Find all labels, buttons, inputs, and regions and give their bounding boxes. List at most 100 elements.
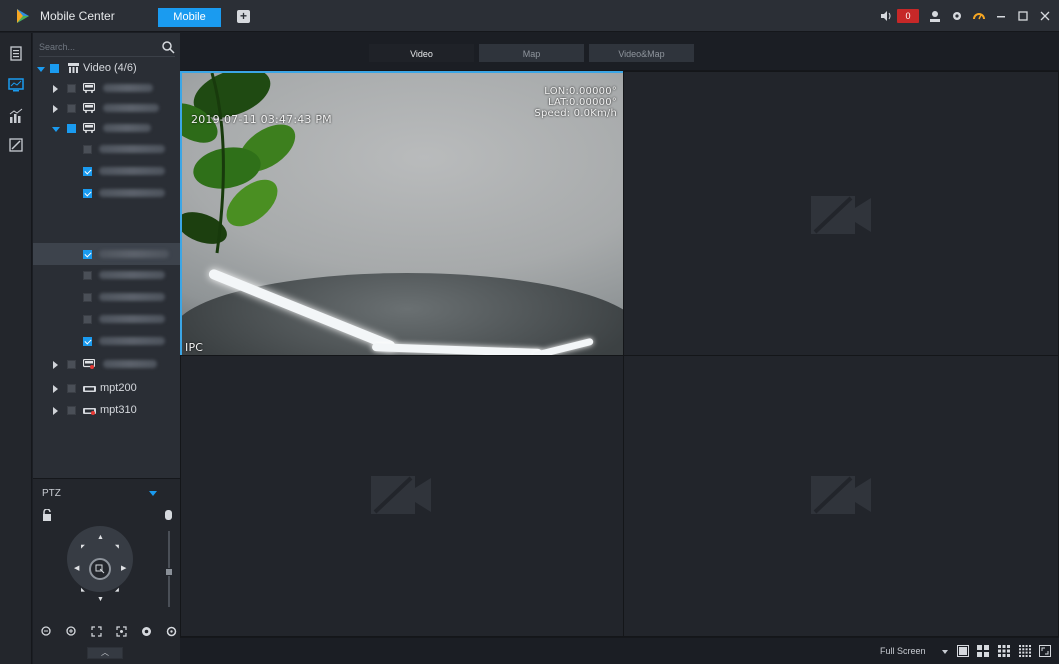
tree-vehicle-expanded[interactable] — [33, 118, 180, 138]
tab-mobile[interactable]: Mobile — [158, 8, 221, 27]
checkbox[interactable] — [67, 104, 76, 113]
expand-arrow-icon[interactable] — [53, 361, 58, 369]
expand-arrow-icon[interactable] — [53, 85, 58, 93]
panel-collapse-button[interactable]: ︿ — [87, 647, 123, 659]
checkbox[interactable] — [83, 337, 92, 346]
ptz-down-right-icon[interactable]: ◢ — [115, 587, 119, 594]
video-window-3[interactable] — [180, 355, 625, 637]
checkbox[interactable] — [83, 167, 92, 176]
collapse-arrow-icon[interactable] — [37, 67, 45, 72]
checkbox[interactable] — [67, 124, 76, 133]
search-input[interactable] — [39, 39, 157, 55]
close-icon[interactable] — [1039, 9, 1051, 23]
search-icon[interactable] — [161, 40, 175, 54]
focus-far-icon[interactable] — [91, 626, 102, 637]
ptz-settings-icon[interactable] — [166, 626, 177, 637]
zoom-indicator-icon — [165, 510, 172, 520]
tab-video[interactable]: Video — [368, 43, 475, 63]
video-window-4[interactable] — [623, 355, 1059, 637]
tree-device-mpt200[interactable]: mpt200 — [33, 378, 180, 398]
checkbox[interactable] — [67, 84, 76, 93]
ptz-panel: PTZ ▲ ▼ ◀ ▶ ◤ ◥ ◣ ◢ ︿ — [33, 478, 180, 664]
tree-vehicle[interactable] — [33, 354, 180, 374]
collapse-arrow-icon[interactable] — [52, 127, 60, 132]
redacted-label — [99, 315, 165, 323]
tree-channel[interactable] — [33, 183, 180, 203]
layout-4-icon[interactable] — [977, 645, 989, 657]
ptz-down-left-icon[interactable]: ◣ — [81, 587, 85, 594]
alarm-count-badge[interactable]: 0 — [897, 9, 919, 23]
checkbox[interactable] — [83, 271, 92, 280]
ptz-down-icon[interactable]: ▼ — [97, 596, 104, 603]
performance-gauge-icon[interactable] — [973, 9, 985, 23]
user-icon[interactable] — [929, 9, 941, 23]
tree-channel-selected[interactable] — [33, 243, 180, 265]
checkbox[interactable] — [83, 315, 92, 324]
video-window-1[interactable]: 2019-07-11 03:47:43 PM LON:0.00000° LAT:… — [180, 71, 625, 357]
video-window-2[interactable] — [623, 71, 1059, 357]
add-tab-button[interactable]: + — [237, 10, 250, 23]
search-box — [39, 39, 175, 57]
tab-map[interactable]: Map — [478, 43, 585, 63]
tree-root-label: Video (4/6) — [83, 62, 137, 74]
checkbox[interactable] — [67, 360, 76, 369]
redacted-label — [99, 293, 165, 301]
zoom-in-icon[interactable] — [66, 626, 77, 637]
expand-arrow-icon[interactable] — [53, 385, 58, 393]
live-video-feed: 2019-07-11 03:47:43 PM LON:0.00000° LAT:… — [182, 73, 623, 355]
maximize-icon[interactable] — [1017, 9, 1029, 23]
clipboard-icon[interactable] — [8, 45, 24, 61]
ptz-right-icon[interactable]: ▶ — [121, 565, 126, 572]
expand-arrow-icon[interactable] — [53, 105, 58, 113]
layout-9-icon[interactable] — [998, 645, 1010, 657]
tree-device-mpt310[interactable]: mpt310 — [33, 400, 180, 420]
expand-arrow-icon[interactable] — [53, 407, 58, 415]
fullscreen-icon[interactable] — [1039, 645, 1051, 657]
layout-1-icon[interactable] — [957, 645, 969, 657]
focus-near-icon[interactable] — [116, 626, 127, 637]
redacted-label — [99, 189, 165, 197]
tree-channel[interactable] — [33, 287, 180, 307]
checkbox[interactable] — [83, 189, 92, 198]
ptz-up-right-icon[interactable]: ◥ — [115, 544, 119, 551]
bus-icon — [83, 123, 95, 133]
tree-channel[interactable] — [33, 331, 180, 351]
redacted-label — [103, 104, 159, 112]
checkbox[interactable] — [67, 384, 76, 393]
checkbox[interactable] — [83, 293, 92, 302]
ptz-collapse-caret-icon[interactable] — [149, 491, 157, 496]
ptz-center-button[interactable] — [89, 558, 111, 580]
dropdown-caret-icon[interactable] — [942, 650, 948, 654]
iris-icon[interactable] — [141, 626, 152, 637]
monitor-icon[interactable] — [8, 77, 24, 93]
zoom-out-icon[interactable] — [41, 626, 52, 637]
view-mode-tabs: Video Map Video&Map — [180, 33, 1059, 71]
volume-icon[interactable] — [879, 9, 893, 23]
gear-icon[interactable] — [951, 9, 963, 23]
ptz-left-icon[interactable]: ◀ — [74, 565, 79, 572]
tree-root-video[interactable]: Video (4/6) — [33, 58, 180, 78]
tree-vehicle[interactable] — [33, 98, 180, 118]
fullscreen-dropdown[interactable]: Full Screen — [880, 646, 926, 656]
tree-channel[interactable] — [33, 161, 180, 181]
edit-icon[interactable] — [8, 137, 24, 153]
ptz-up-left-icon[interactable]: ◤ — [81, 544, 85, 551]
tree-channel[interactable] — [33, 139, 180, 159]
checkbox[interactable] — [83, 250, 92, 259]
checkbox[interactable] — [67, 406, 76, 415]
tree-vehicle[interactable] — [33, 78, 180, 98]
layout-16-icon[interactable] — [1019, 645, 1031, 657]
handheld-device-offline-icon — [83, 408, 96, 415]
speed-slider-handle[interactable] — [165, 568, 173, 576]
ptz-up-icon[interactable]: ▲ — [97, 534, 104, 541]
minimize-icon[interactable] — [995, 9, 1007, 23]
tree-channel[interactable] — [33, 265, 180, 285]
tab-video-map[interactable]: Video&Map — [588, 43, 695, 63]
statistics-icon[interactable] — [8, 108, 24, 124]
checkbox[interactable] — [83, 145, 92, 154]
checkbox[interactable] — [50, 64, 59, 73]
tree-device-label: mpt200 — [100, 382, 137, 394]
unlock-icon[interactable] — [42, 509, 52, 521]
handheld-device-icon — [83, 386, 96, 392]
tree-channel[interactable] — [33, 309, 180, 329]
